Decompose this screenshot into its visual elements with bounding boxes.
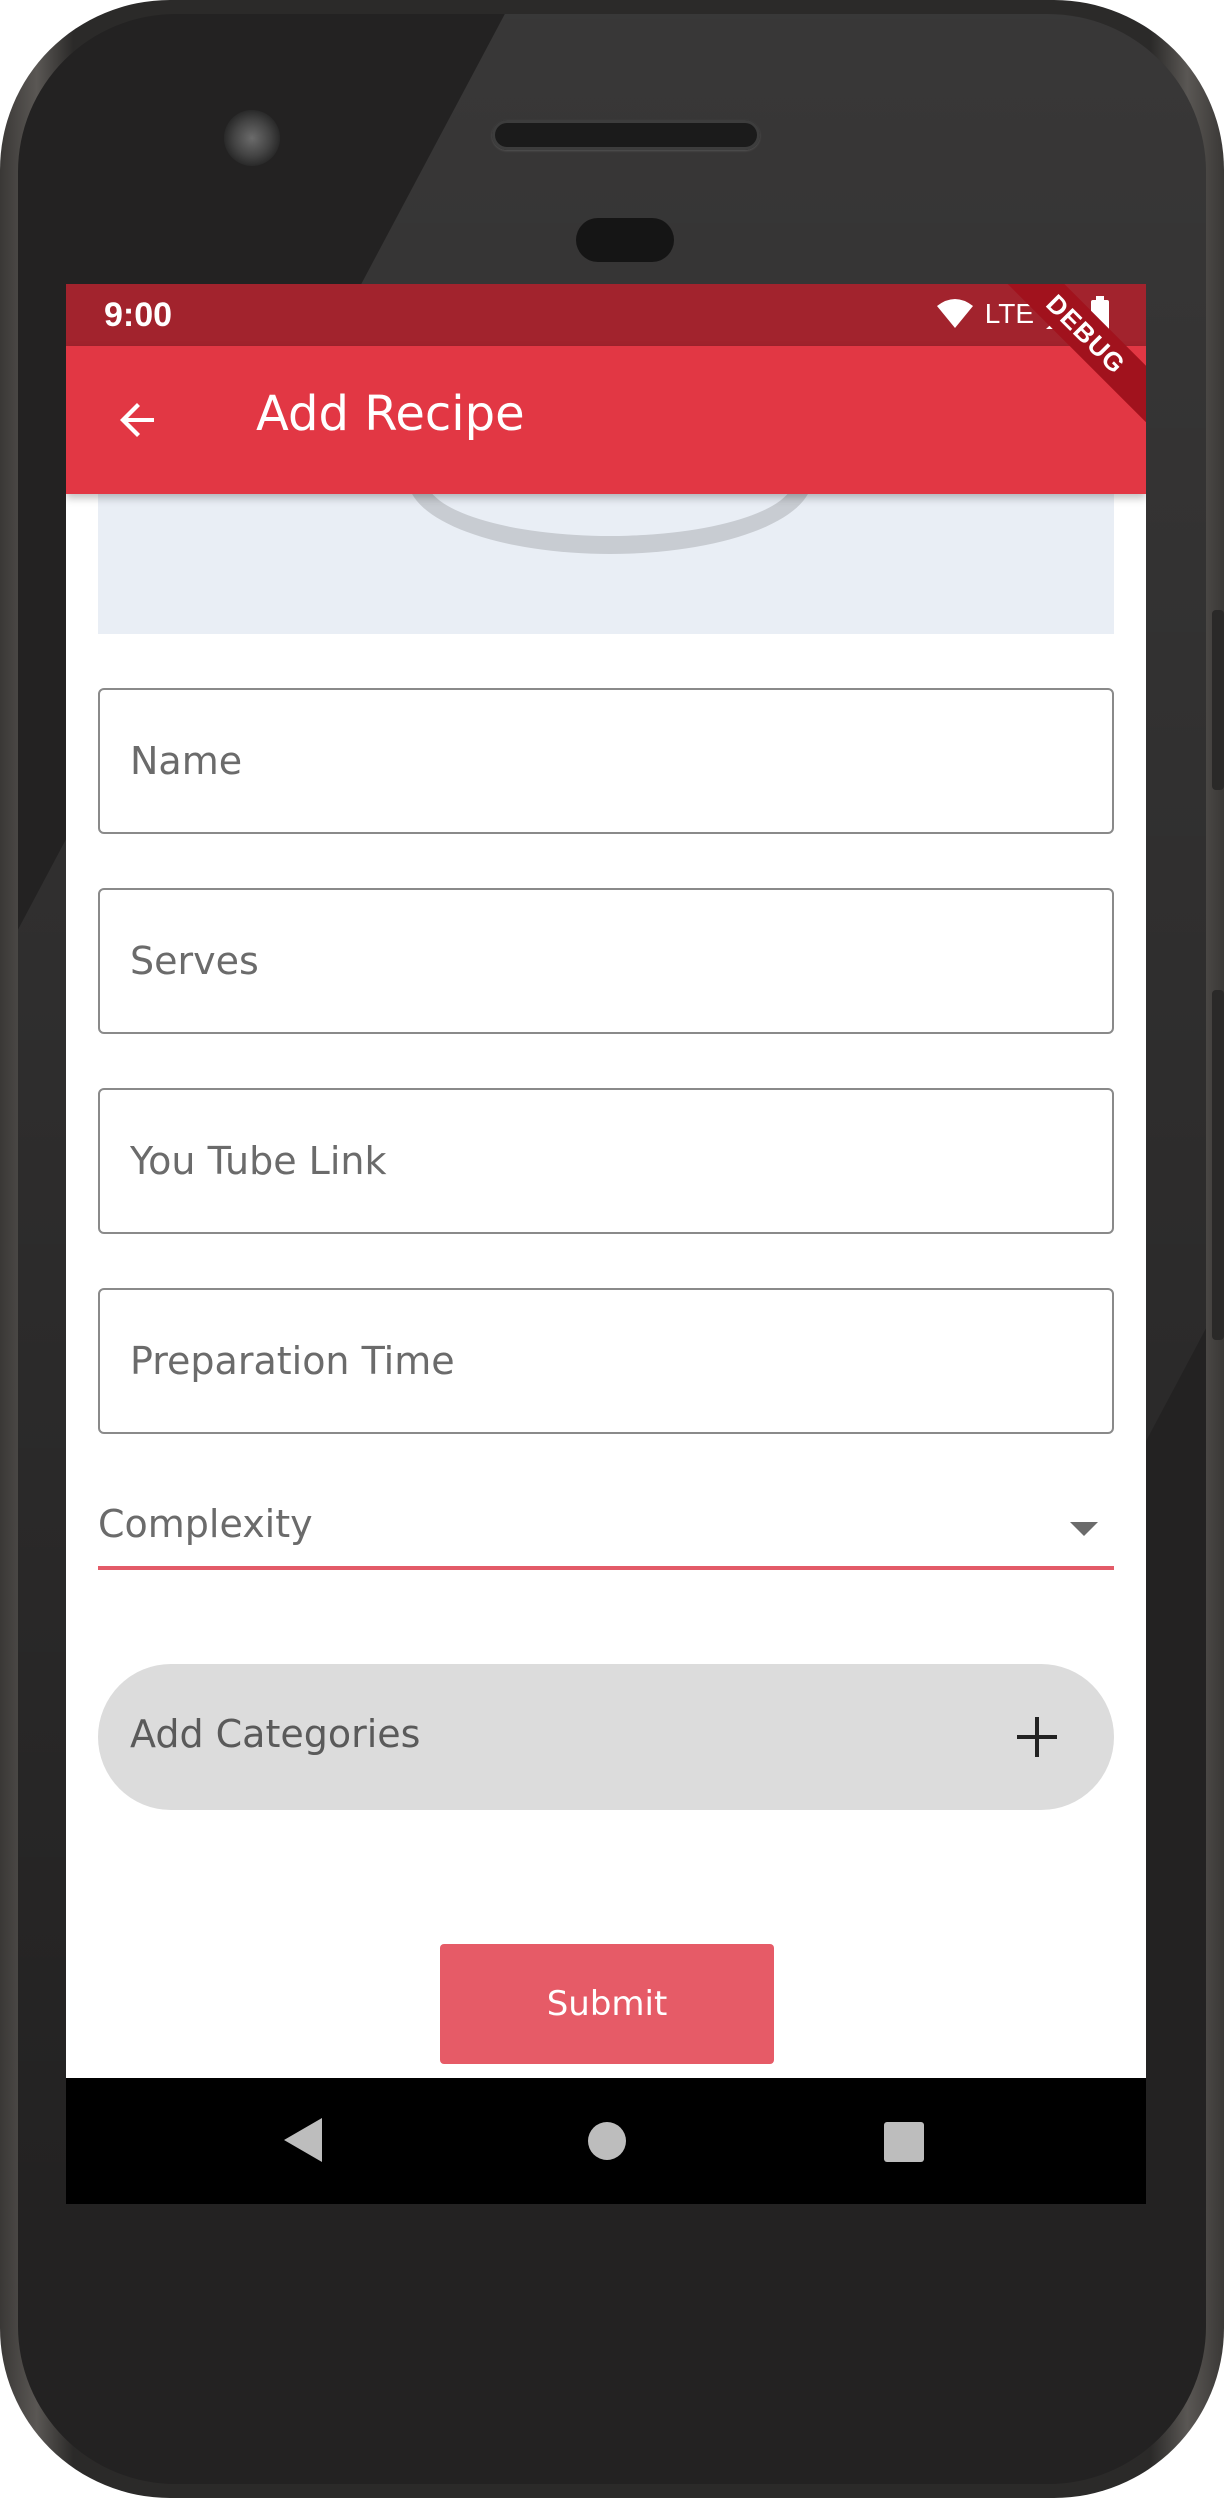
- serves-input[interactable]: [100, 890, 1112, 1032]
- app-bar: Add Recipe: [66, 346, 1146, 494]
- volume-button: [1212, 990, 1224, 1340]
- phone-frame: 9:00 LTE Add Recipe DEBUG Name Serves Yo…: [0, 0, 1224, 2498]
- add-categories-label: Add Categories: [130, 1712, 421, 1756]
- page-title: Add Recipe: [256, 386, 525, 442]
- back-button[interactable]: [106, 388, 170, 452]
- preparation-time-input[interactable]: [100, 1290, 1112, 1432]
- app-screen: 9:00 LTE Add Recipe DEBUG Name Serves Yo…: [66, 284, 1146, 2204]
- complexity-label: Complexity: [98, 1502, 313, 1546]
- recipe-image[interactable]: [98, 494, 1114, 634]
- earpiece-speaker: [492, 120, 760, 150]
- status-bar: 9:00 LTE: [66, 284, 1146, 346]
- name-field[interactable]: [98, 688, 1114, 834]
- wifi-icon: [936, 299, 973, 328]
- front-camera: [224, 110, 280, 166]
- submit-button[interactable]: Submit: [440, 1944, 774, 2064]
- plus-icon: [1017, 1717, 1057, 1757]
- proximity-sensor: [576, 218, 674, 262]
- preparation-time-field[interactable]: [98, 1288, 1114, 1434]
- status-time: 9:00: [104, 296, 173, 334]
- system-nav-bar: [66, 2078, 1146, 2204]
- nav-home-icon[interactable]: [588, 2122, 626, 2160]
- youtube-link-field[interactable]: [98, 1088, 1114, 1234]
- name-input[interactable]: [100, 690, 1112, 832]
- nav-back-icon[interactable]: [284, 2118, 322, 2162]
- dropdown-arrow-icon: [1070, 1522, 1098, 1536]
- dish-illustration: [408, 494, 812, 554]
- arrow-back-icon: [120, 403, 154, 437]
- power-button: [1212, 610, 1224, 790]
- serves-field[interactable]: [98, 888, 1114, 1034]
- add-categories-button[interactable]: Add Categories: [98, 1664, 1114, 1810]
- youtube-link-input[interactable]: [100, 1090, 1112, 1232]
- complexity-dropdown[interactable]: Complexity: [98, 1464, 1114, 1570]
- nav-recents-icon[interactable]: [884, 2122, 924, 2162]
